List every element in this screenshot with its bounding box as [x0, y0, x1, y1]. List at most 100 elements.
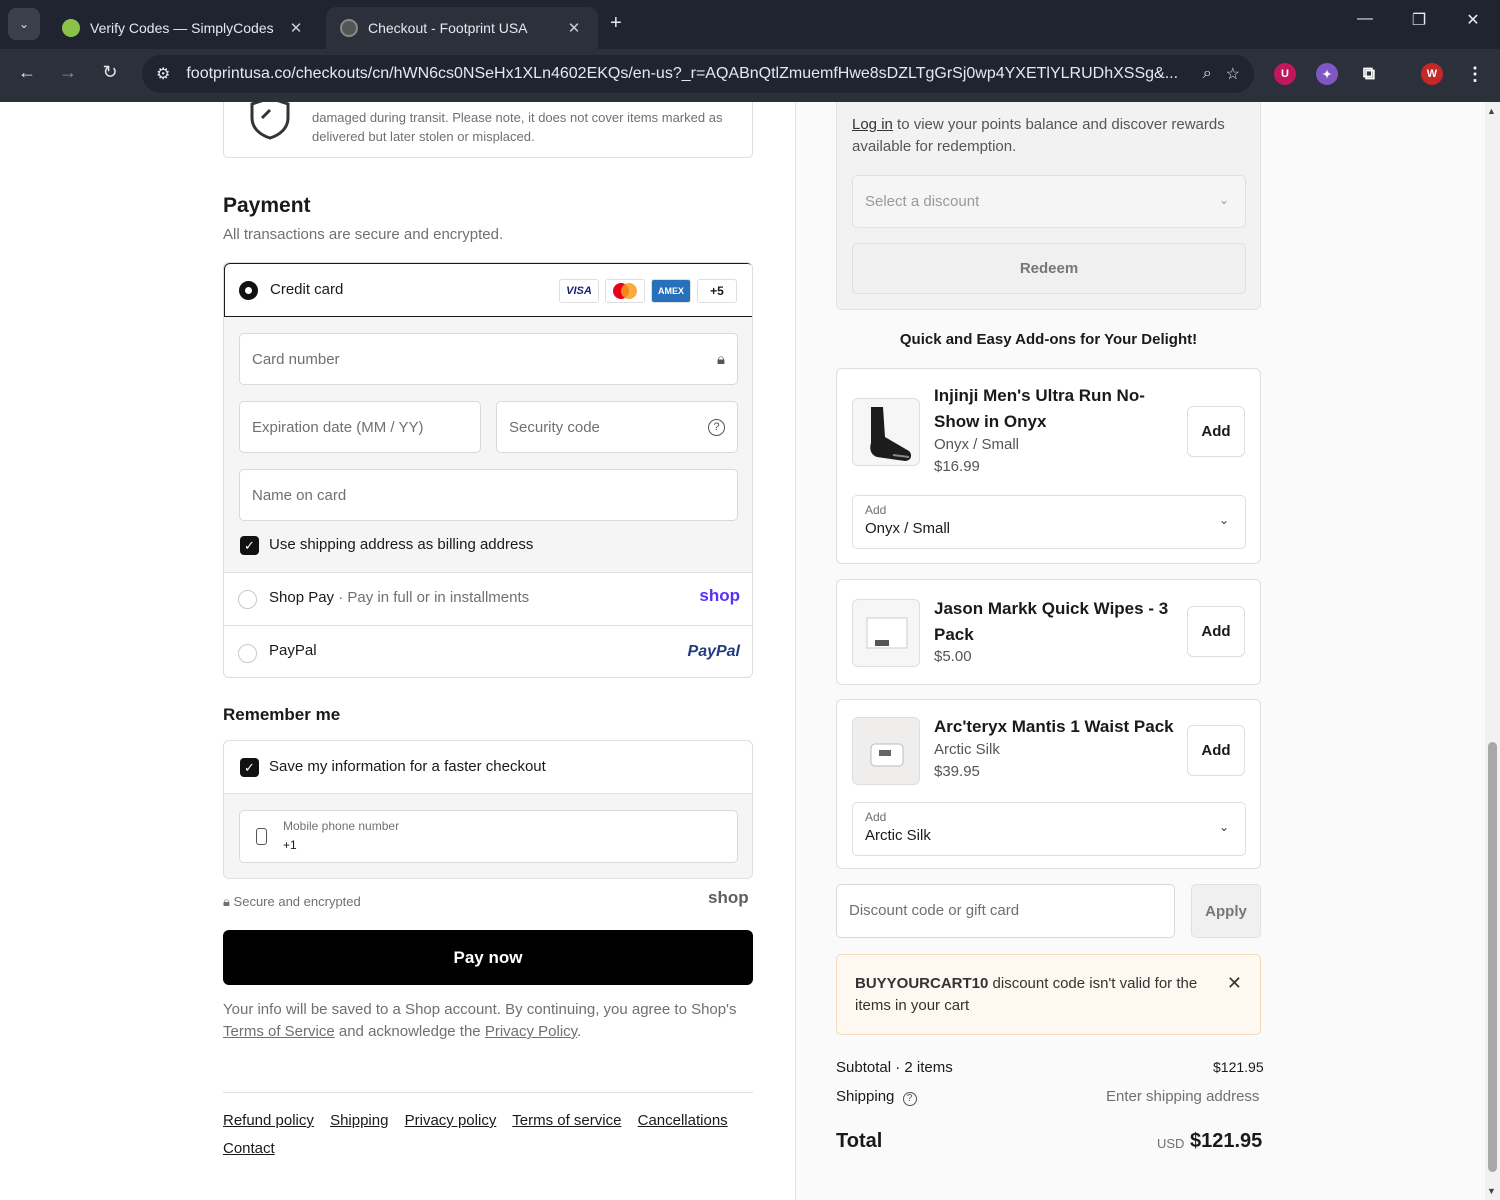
- credit-card-radio[interactable]: [239, 281, 258, 300]
- terms-of-service-link[interactable]: Terms of service: [512, 1112, 621, 1129]
- bookmark-star-icon[interactable]: ☆: [1226, 64, 1240, 84]
- credit-card-option[interactable]: Credit card VISA AMEX +5: [224, 263, 752, 317]
- shop-privacy-link[interactable]: Privacy Policy: [485, 1023, 577, 1040]
- total-value: $121.95: [1190, 1130, 1263, 1152]
- add-addon-button[interactable]: Add: [1187, 606, 1245, 657]
- extensions-puzzle-icon[interactable]: ⧉: [1358, 63, 1380, 85]
- more-cards-badge: +5: [697, 279, 737, 303]
- shop-pay-radio[interactable]: [238, 590, 257, 609]
- shipping-link[interactable]: Shipping: [330, 1112, 388, 1129]
- payment-methods: Credit card VISA AMEX +5 Card number 🔒︎ …: [223, 262, 753, 678]
- forward-icon[interactable]: →: [55, 62, 81, 83]
- card-number-input[interactable]: Card number 🔒︎: [239, 333, 738, 385]
- scrollbar-thumb[interactable]: [1488, 742, 1497, 1172]
- page-scrollbar[interactable]: ▲ ▼: [1485, 102, 1500, 1200]
- dismiss-error-icon[interactable]: ✕: [1227, 973, 1242, 994]
- close-window-icon[interactable]: ✕: [1458, 10, 1488, 30]
- addon-variant-select[interactable]: Add Onyx / Small ⌄: [852, 495, 1246, 549]
- addon-card: Injinji Men's Ultra Run No-Show in Onyx …: [836, 368, 1261, 564]
- credit-card-label: Credit card: [270, 281, 344, 298]
- privacy-policy-link[interactable]: Privacy policy: [405, 1112, 497, 1129]
- tab-simplycodes[interactable]: Verify Codes — SimplyCodes ✕: [48, 7, 320, 49]
- addon-variant-select[interactable]: Add Arctic Silk ⌄: [852, 802, 1246, 856]
- addon-card: Jason Markk Quick Wipes - 3 Pack $5.00 A…: [836, 579, 1261, 685]
- lock-icon: 🔒︎: [223, 894, 230, 909]
- reload-icon[interactable]: ↻: [97, 62, 123, 83]
- help-circle-icon[interactable]: ?: [902, 1092, 917, 1106]
- menu-kebab-icon[interactable]: ⋮: [1464, 63, 1486, 85]
- contact-link[interactable]: Contact: [223, 1140, 275, 1157]
- discount-error-banner: BUYYOURCART10 discount code isn't valid …: [836, 954, 1261, 1035]
- addon-name: Jason Markk Quick Wipes - 3 Pack: [934, 599, 1169, 644]
- addon-name: Injinji Men's Ultra Run No-Show in Onyx: [934, 386, 1145, 431]
- site-info-icon[interactable]: ⚙: [156, 64, 170, 84]
- shop-legal-text: Your info will be saved to a Shop accoun…: [223, 1001, 737, 1040]
- remember-me-box: ✓ Save my information for a faster check…: [223, 740, 753, 879]
- cancellations-link[interactable]: Cancellations: [638, 1112, 728, 1129]
- paypal-label: PayPal: [269, 642, 317, 659]
- shop-terms-link[interactable]: Terms of Service: [223, 1023, 335, 1040]
- url-text[interactable]: footprintusa.co/checkouts/cn/hWN6cs0NSeH…: [186, 65, 1188, 83]
- ublock-extension-icon[interactable]: U: [1274, 63, 1296, 85]
- addon-variant: Onyx / Small: [934, 436, 1020, 453]
- lock-icon: 🔒︎: [717, 350, 725, 368]
- subtotal-label: Subtotal · 2 items: [836, 1059, 953, 1076]
- refund-policy-link[interactable]: Refund policy: [223, 1112, 314, 1129]
- rewards-box: Log in to view your points balance and d…: [836, 102, 1261, 310]
- addons-heading: Quick and Easy Add-ons for Your Delight!: [899, 331, 1198, 348]
- discount-code-input[interactable]: Discount code or gift card: [836, 884, 1175, 938]
- redeem-button[interactable]: Redeem: [852, 243, 1246, 294]
- chevron-down-icon: ⌄: [1218, 513, 1229, 527]
- login-link[interactable]: Log in: [852, 116, 893, 133]
- security-code-input[interactable]: Security code ?: [496, 401, 738, 453]
- tab-checkout[interactable]: Checkout - Footprint USA ✕: [326, 7, 598, 49]
- mastercard-logo-icon: [605, 279, 645, 303]
- billing-address-checkbox[interactable]: ✓: [240, 536, 259, 555]
- chevron-down-icon: ⌄: [1218, 193, 1229, 207]
- visa-logo-icon: VISA: [559, 279, 599, 303]
- pay-now-button[interactable]: Pay now: [223, 930, 753, 985]
- paypal-option[interactable]: PayPal PayPal: [224, 625, 752, 677]
- save-info-checkbox[interactable]: ✓: [240, 758, 259, 777]
- tab-title: Verify Codes — SimplyCodes: [90, 20, 274, 36]
- scroll-up-arrow-icon[interactable]: ▲: [1487, 106, 1496, 116]
- total-label: Total: [836, 1130, 883, 1152]
- zoom-icon[interactable]: ⌕: [1203, 65, 1212, 83]
- shipping-label-row: Shipping ?: [836, 1088, 917, 1106]
- new-tab-icon[interactable]: +: [610, 12, 622, 35]
- product-thumbnail: [852, 599, 920, 667]
- help-circle-icon[interactable]: ?: [708, 418, 725, 436]
- paypal-logo: PayPal: [687, 643, 740, 660]
- shipping-value: Enter shipping address: [1106, 1088, 1260, 1105]
- discount-select[interactable]: Select a discount ⌄: [852, 175, 1246, 228]
- add-addon-button[interactable]: Add: [1187, 406, 1245, 457]
- addon-variant: Arctic Silk: [934, 741, 1000, 758]
- address-bar[interactable]: ⚙ footprintusa.co/checkouts/cn/hWN6cs0NS…: [142, 55, 1254, 93]
- add-addon-button[interactable]: Add: [1187, 725, 1245, 776]
- subtotal-value: $121.95: [1213, 1059, 1264, 1075]
- apply-discount-button[interactable]: Apply: [1191, 884, 1261, 938]
- close-tab-icon[interactable]: ✕: [564, 19, 584, 37]
- product-thumbnail: [852, 398, 920, 466]
- paypal-radio[interactable]: [238, 644, 257, 663]
- expiration-date-input[interactable]: Expiration date (MM / YY): [239, 401, 481, 453]
- close-tab-icon[interactable]: ✕: [286, 19, 306, 37]
- name-on-card-input[interactable]: Name on card: [239, 469, 738, 521]
- simplycodes-favicon-icon: [62, 19, 80, 37]
- payment-heading: Payment: [223, 194, 311, 217]
- restore-icon[interactable]: ❐: [1404, 10, 1434, 30]
- tab-search-button[interactable]: ⌄: [8, 8, 40, 40]
- shop-pay-label: Shop Pay: [269, 589, 335, 606]
- minimize-icon[interactable]: —: [1350, 10, 1380, 28]
- scroll-down-arrow-icon[interactable]: ▼: [1487, 1186, 1496, 1196]
- footprint-favicon-icon: [340, 19, 358, 37]
- mobile-phone-input[interactable]: Mobile phone number +1: [239, 810, 738, 863]
- shop-logo-grey: shop: [708, 888, 749, 907]
- back-icon[interactable]: ←: [14, 62, 40, 83]
- tab-title: Checkout - Footprint USA: [368, 20, 528, 36]
- extension-icon[interactable]: ✦: [1316, 63, 1338, 85]
- profile-avatar[interactable]: W: [1421, 63, 1443, 85]
- chevron-down-icon: ⌄: [1218, 820, 1229, 834]
- shop-pay-option[interactable]: Shop Pay · Pay in full or in installment…: [224, 572, 752, 625]
- shop-pay-sublabel: Pay in full or in installments: [347, 589, 530, 606]
